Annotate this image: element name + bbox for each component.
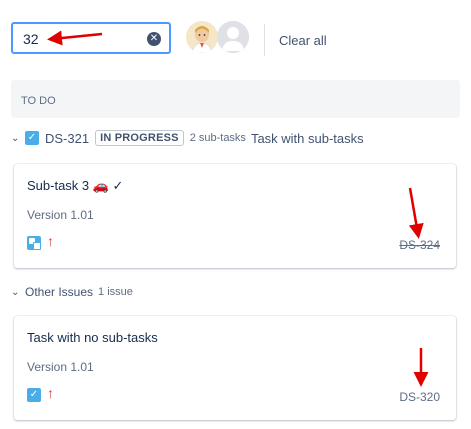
annotation-arrow-key-1 xyxy=(408,187,424,239)
annotation-arrow-search xyxy=(47,30,103,46)
annotation-arrows xyxy=(47,30,429,387)
